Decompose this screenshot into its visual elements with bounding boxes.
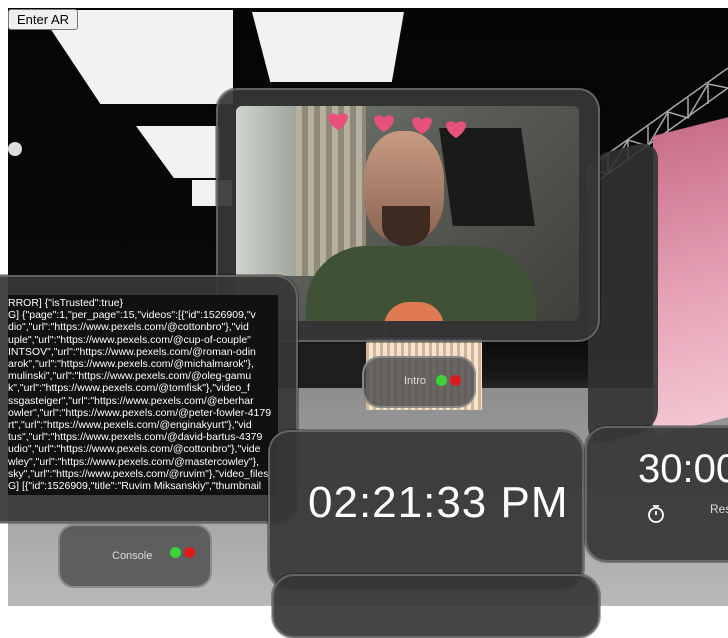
console-line: arok","url":"https://www.pexels.com/@mic…	[8, 358, 254, 371]
console-log: RROR] {"isTrusted":true} G] {"page":1,"pe…	[8, 297, 278, 492]
console-line: sky","url":"https://www.pexels.com/@ruvi…	[8, 467, 269, 480]
console-line: k","url":"https://www.pexels.com/@tomfis…	[8, 382, 250, 395]
console-line: uple","url":"https://www.pexels.com/@cup…	[8, 333, 251, 346]
intro-toggle[interactable]: Intro	[362, 356, 476, 408]
console-line: tus","url":"https://www.pexels.com/@davi…	[8, 431, 263, 444]
ceiling-light	[8, 142, 22, 156]
ceiling-light	[252, 12, 404, 82]
console-line: rt","url":"https://www.pexels.com/@engin…	[8, 419, 252, 432]
window-background	[236, 106, 296, 276]
status-green-dot	[170, 547, 181, 558]
timer-reset-label[interactable]: Res	[710, 502, 728, 516]
stopwatch-icon[interactable]	[647, 504, 665, 524]
person-beard	[382, 206, 430, 246]
console-line: G] {"page":1,"per_page":15,"videos":[{"i…	[8, 309, 256, 322]
console-line: wley","url":"https://www.pexels.com/@mas…	[8, 455, 260, 468]
intro-label: Intro	[404, 375, 427, 387]
heart-filter-overlay	[328, 113, 466, 138]
console-line: dio","url":"https://www.pexels.com/@cott…	[8, 321, 249, 334]
console-line: INTSOV","url":"https://www.pexels.com/@r…	[8, 345, 256, 358]
console-label: Console	[112, 550, 153, 562]
status-red-dot	[184, 547, 195, 558]
console-line: ssgasteiger","url":"https://www.pexels.c…	[8, 394, 254, 407]
console-line: RROR] {"isTrusted":true}	[8, 297, 124, 309]
console-line: mulinski","url":"https://www.pexels.com/…	[8, 370, 252, 383]
timer-time: 30:00	[638, 447, 728, 491]
console-line: G] [{"id":1526909,"title":"Ruvim Miksans…	[8, 480, 262, 492]
console-toggle[interactable]: Console	[58, 524, 212, 588]
ceiling-light	[136, 126, 220, 178]
status-green-dot	[436, 375, 447, 386]
console-line: udio","url":"https://www.pexels.com/@cot…	[8, 443, 261, 456]
bottom-panel	[272, 574, 600, 638]
clock-time: 02:21:33 PM	[308, 478, 569, 527]
pink-display-screen	[653, 116, 728, 436]
console-line: owler","url":"https://www.pexels.com/@pe…	[8, 406, 272, 419]
status-red-dot	[450, 375, 461, 386]
enter-ar-button[interactable]: Enter AR	[8, 9, 79, 30]
